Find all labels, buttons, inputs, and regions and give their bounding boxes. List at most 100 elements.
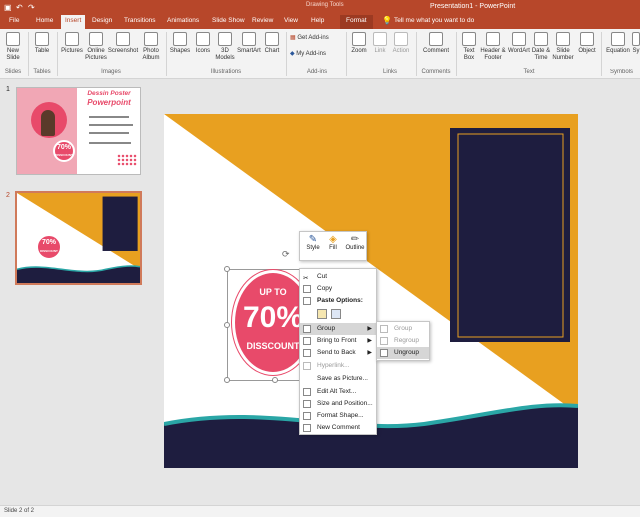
submenu-item-group[interactable]: Group	[377, 323, 429, 335]
tab-insert[interactable]: Insert	[61, 15, 86, 29]
tab-help[interactable]: Help	[311, 17, 324, 24]
separator	[601, 32, 602, 76]
tab-transitions[interactable]: Transitions	[124, 17, 156, 24]
menu-item-format-shape[interactable]: Format Shape...	[300, 410, 376, 422]
group-icon	[303, 325, 311, 333]
submenu-arrow-icon: ▶	[367, 338, 372, 344]
pictures-icon	[65, 32, 79, 46]
comment-button[interactable]: Comment	[420, 32, 452, 55]
my-addins-button[interactable]: ◆ My Add-ins	[290, 51, 346, 58]
menu-item-new-comment[interactable]: New Comment	[300, 422, 376, 434]
fill-button[interactable]: ◈ Fill	[323, 234, 343, 251]
thumb-title: Dessin Poster	[87, 90, 131, 97]
group-label-links: Links	[382, 69, 397, 75]
text-box-icon	[462, 32, 476, 46]
tell-me-input[interactable]: Tell me what you want to do	[394, 17, 474, 24]
object-button[interactable]: Object	[575, 32, 599, 55]
outline-button[interactable]: ✏ Outline	[343, 234, 367, 251]
menu-item-hyperlink[interactable]: Hyperlink...	[300, 360, 376, 372]
slide-number-label: 1	[6, 86, 10, 93]
menu-item-bring-to-front[interactable]: Bring to Front ▶	[300, 335, 376, 347]
submenu-item-ungroup[interactable]: Ungroup	[377, 347, 429, 359]
rotate-handle-icon[interactable]: ⟳	[282, 249, 290, 260]
link-button[interactable]: Link	[370, 32, 390, 55]
action-icon	[394, 32, 408, 46]
thumb-text-line	[89, 116, 129, 118]
status-bar: Slide 2 of 2	[0, 505, 640, 517]
submenu-item-regroup[interactable]: Regroup	[377, 335, 429, 347]
menu-item-send-to-back[interactable]: Send to Back ▶	[300, 347, 376, 359]
menu-item-copy[interactable]: Copy	[300, 283, 376, 295]
resize-handle[interactable]	[272, 377, 278, 383]
size-position-icon	[303, 400, 311, 408]
pictures-button[interactable]: Pictures	[59, 32, 85, 55]
tab-review[interactable]: Review	[252, 17, 273, 24]
tab-animations[interactable]: Animations	[167, 17, 199, 24]
slide-thumbnail-1[interactable]: 70% DISSCOUNT Dessin Poster Powerpoint	[16, 87, 141, 175]
chart-button[interactable]: Chart	[262, 32, 282, 55]
3d-models-button[interactable]: 3D Models	[214, 32, 236, 62]
action-button[interactable]: Action	[390, 32, 412, 55]
tab-slide-show[interactable]: Slide Show	[212, 17, 245, 24]
thumb-dot-pattern	[117, 154, 137, 166]
resize-handle[interactable]	[224, 377, 230, 383]
date-time-button[interactable]: Date & Time	[531, 32, 551, 62]
equation-button[interactable]: Equation	[603, 32, 633, 55]
context-menu: ✂ Cut Copy Paste Options: Group ▶ Bring to…	[299, 268, 377, 435]
icons-button[interactable]: Icons	[192, 32, 214, 55]
style-icon: ✎	[308, 234, 318, 245]
separator	[346, 32, 347, 76]
thumb-text-line	[89, 132, 129, 134]
format-shape-icon	[303, 412, 311, 420]
paste-keep-format-icon[interactable]	[317, 309, 327, 319]
tab-format[interactable]: Format	[340, 15, 373, 29]
text-box-button[interactable]: Text Box	[459, 32, 479, 62]
resize-handle[interactable]	[224, 322, 230, 328]
paste-picture-icon[interactable]	[331, 309, 341, 319]
zoom-button[interactable]: Zoom	[348, 32, 370, 55]
new-slide-button[interactable]: New Slide	[2, 32, 24, 62]
tab-design[interactable]: Design	[92, 17, 112, 24]
slide-thumbnail-2[interactable]: 70% DISSCOUNT	[15, 191, 142, 285]
online-pictures-button[interactable]: Online Pictures	[84, 32, 108, 62]
separator	[456, 32, 457, 76]
redo-icon[interactable]: ↷	[28, 3, 35, 12]
photo-album-button[interactable]: Photo Album	[139, 32, 163, 62]
pi-icon	[611, 32, 625, 46]
menu-item-edit-alt-text[interactable]: Edit Alt Text...	[300, 386, 376, 398]
photo-album-icon	[144, 32, 158, 46]
group-label-tables: Tables	[33, 69, 51, 75]
tab-view[interactable]: View	[284, 17, 298, 24]
slide-number-button[interactable]: Slide Number	[551, 32, 575, 62]
thumb-badge: 70% DISSCOUNT	[53, 140, 75, 162]
menu-item-size-position[interactable]: Size and Position...	[300, 398, 376, 410]
ungroup-icon	[380, 349, 388, 357]
style-button[interactable]: ✎ Style	[303, 234, 323, 251]
resize-handle[interactable]	[224, 266, 230, 272]
date-time-icon	[534, 32, 548, 46]
undo-icon[interactable]: ↶	[16, 3, 23, 12]
wordart-button[interactable]: WordArt	[507, 32, 531, 55]
ribbon: New Slide Slides Table Tables Pictures O…	[0, 29, 640, 79]
separator	[57, 32, 58, 76]
shapes-button[interactable]: Shapes	[168, 32, 192, 55]
link-icon	[303, 362, 311, 370]
group-label-images: Images	[101, 69, 121, 75]
table-button[interactable]: Table	[31, 32, 53, 55]
screenshot-button[interactable]: Screenshot	[107, 32, 139, 55]
group-icon	[380, 325, 388, 333]
tab-file[interactable]: File	[9, 17, 19, 24]
smartart-button[interactable]: SmartArt	[236, 32, 262, 55]
get-addins-button[interactable]: ▦ Get Add-ins	[290, 35, 346, 42]
submenu-arrow-icon: ▶	[367, 326, 372, 332]
header-footer-button[interactable]: Header & Footer	[479, 32, 507, 62]
separator	[166, 32, 167, 76]
menu-item-cut[interactable]: ✂ Cut	[300, 271, 376, 283]
symbol-button[interactable]: Sy	[632, 32, 640, 55]
tab-home[interactable]: Home	[36, 17, 53, 24]
menu-item-save-as-picture[interactable]: Save as Picture...	[300, 373, 376, 385]
save-icon[interactable]: ▣	[4, 3, 12, 12]
slide-number-label: 2	[6, 192, 10, 199]
group-label-addins: Add-ins	[306, 69, 328, 75]
menu-item-group[interactable]: Group ▶	[300, 323, 376, 335]
